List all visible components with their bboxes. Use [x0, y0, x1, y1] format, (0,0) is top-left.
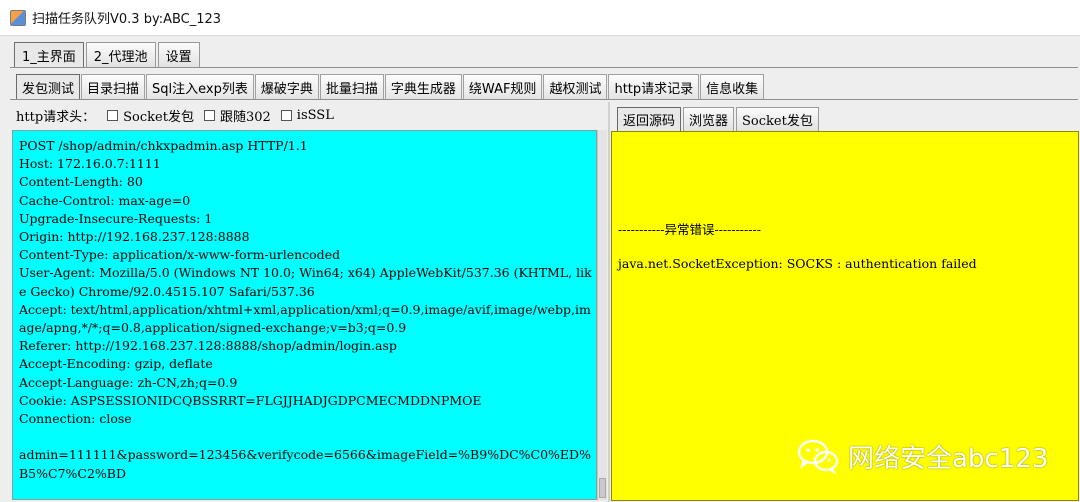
tab-main[interactable]: 1_主界面 — [14, 42, 84, 67]
http-header-label: http请求头： — [16, 109, 96, 125]
response-tabbar: 返回源码 浏览器 Socket发包 — [617, 107, 821, 131]
tab-response-source[interactable]: 返回源码 — [617, 107, 682, 131]
is-ssl-checkbox[interactable]: isSSL — [280, 107, 334, 123]
watermark-text: 网络安全abc123 — [848, 443, 1049, 474]
wechat-icon — [797, 439, 839, 474]
tab-dict-generator[interactable]: 字典生成器 — [384, 74, 462, 99]
tab-sqli-exp[interactable]: Sql注入exp列表 — [146, 74, 254, 99]
error-message: java.net.SocketException: SOCKS : authen… — [618, 256, 977, 271]
tab-proxy-pool[interactable]: 2_代理池 — [85, 42, 156, 67]
checkbox-label: Socket发包 — [123, 109, 194, 125]
tab-info-gathering[interactable]: 信息收集 — [700, 74, 765, 99]
function-tabs-divider — [10, 99, 1078, 100]
follow-302-checkbox[interactable]: 跟随302 — [203, 106, 271, 125]
checkbox-label: 跟随302 — [219, 109, 271, 125]
tab-settings[interactable]: 设置 — [157, 42, 200, 67]
tab-bruteforce-dict[interactable]: 爆破字典 — [254, 74, 319, 99]
scrollbar-thumb[interactable] — [599, 478, 606, 498]
tab-browser[interactable]: 浏览器 — [683, 107, 735, 131]
tab-dir-scan[interactable]: 目录扫描 — [81, 74, 146, 99]
error-title: -----------异常错误----------- — [618, 222, 761, 237]
main-tabs-divider — [10, 67, 1078, 68]
function-tabbar: 发包测试 目录扫描 Sql注入exp列表 爆破字典 批量扫描 字典生成器 绕WA… — [16, 74, 765, 99]
request-editor[interactable]: POST /shop/admin/chkxpadmin.asp HTTP/1.1… — [12, 130, 597, 500]
watermark: 网络安全abc123 — [796, 436, 1048, 476]
tab-http-log[interactable]: http请求记录 — [608, 74, 700, 99]
tab-batch-scan[interactable]: 批量扫描 — [319, 74, 384, 99]
checkbox-box[interactable] — [280, 109, 292, 121]
checkbox-box[interactable] — [107, 109, 119, 121]
checkbox-box[interactable] — [203, 109, 215, 121]
request-header-bar: http请求头： Socket发包 跟随302 isSSL — [10, 102, 598, 128]
window-title: 扫描任务队列V0.3 by:ABC_123 — [32, 12, 222, 27]
split-pane-divider[interactable] — [608, 102, 610, 502]
java-app-icon — [10, 9, 26, 26]
checkbox-label: isSSL — [296, 107, 334, 123]
socket-send-checkbox[interactable]: Socket发包 — [107, 106, 194, 125]
tab-send-test[interactable]: 发包测试 — [16, 74, 81, 99]
tab-socket-send[interactable]: Socket发包 — [736, 107, 819, 131]
request-scrollbar[interactable] — [597, 130, 607, 500]
main-tabbar: 1_主界面 2_代理池 设置 — [14, 42, 202, 67]
tab-privilege-test[interactable]: 越权测试 — [543, 74, 608, 99]
title-bar: 扫描任务队列V0.3 by:ABC_123 — [0, 0, 1080, 36]
tab-waf-bypass[interactable]: 绕WAF规则 — [462, 74, 543, 99]
